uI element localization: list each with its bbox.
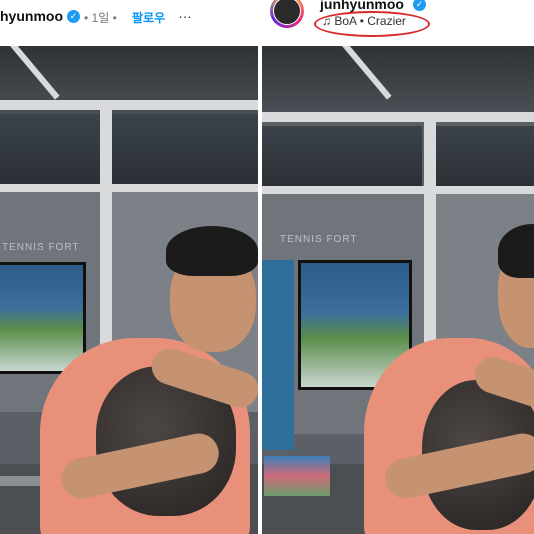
- window-frame: [262, 186, 534, 194]
- wall-sign: TENNIS FORT: [280, 234, 358, 245]
- post-photo[interactable]: TENNIS FORT: [0, 46, 258, 534]
- side-screen: [262, 260, 294, 450]
- avatar-image: [273, 0, 301, 25]
- window: [112, 114, 258, 184]
- window-post: [100, 110, 112, 360]
- post-header: hyunmoo ✓ • 1일 • 팔로우 …: [0, 0, 258, 46]
- window: [436, 126, 534, 188]
- music-label[interactable]: ♫ BoA • Crazier: [322, 14, 406, 28]
- person-hair: [166, 226, 258, 276]
- post-header: junhyunmoo ✓ ♫ BoA • Crazier: [262, 0, 534, 46]
- window-post: [424, 120, 436, 360]
- wall-sign: TENNIS FORT: [2, 242, 80, 253]
- tv-screen: [0, 265, 83, 371]
- post-right: junhyunmoo ✓ ♫ BoA • Crazier TENNIS FORT: [262, 0, 534, 534]
- window: [0, 114, 100, 184]
- window-frame: [0, 184, 258, 192]
- post-photo[interactable]: TENNIS FORT: [262, 46, 534, 534]
- avatar[interactable]: [270, 0, 304, 28]
- verified-badge-icon: ✓: [67, 10, 80, 23]
- tv: [0, 262, 86, 374]
- username[interactable]: hyunmoo: [0, 8, 63, 24]
- post-left: hyunmoo ✓ • 1일 • 팔로우 … TENNIS FORT: [0, 0, 258, 534]
- verified-badge-icon: ✓: [413, 0, 426, 11]
- ceiling-beam: [262, 112, 534, 122]
- window: [262, 126, 422, 188]
- ceiling: [262, 46, 534, 116]
- music-note-icon: ♫: [322, 14, 331, 28]
- towel-stack: [264, 456, 330, 496]
- music-track: BoA • Crazier: [334, 14, 406, 28]
- ceiling-beam: [0, 100, 258, 110]
- post-time: • 1일 •: [84, 11, 117, 25]
- more-options-icon[interactable]: …: [178, 5, 192, 21]
- follow-button[interactable]: 팔로우: [132, 9, 165, 26]
